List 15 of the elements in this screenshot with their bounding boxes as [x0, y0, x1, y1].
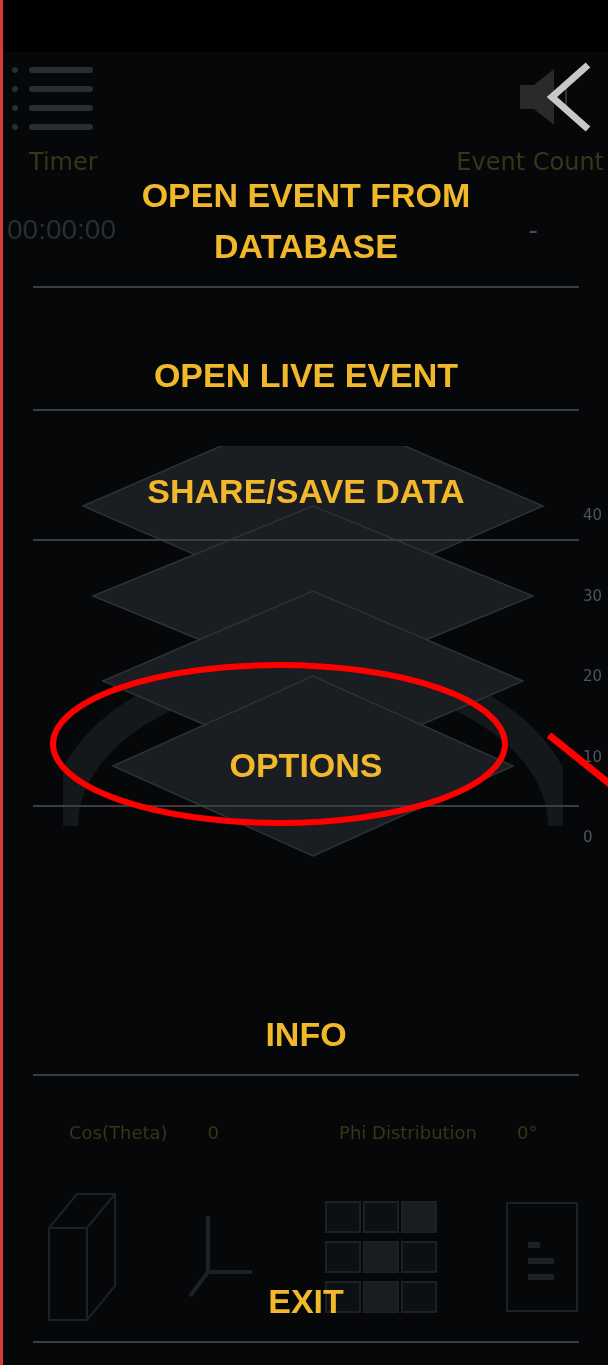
axis-tick-label: 0 [583, 828, 594, 846]
menu-item[interactable]: INFO [265, 1009, 347, 1060]
cube-icon[interactable] [47, 1192, 117, 1322]
menu-icon[interactable] [11, 66, 95, 132]
menu-item[interactable]: EXIT [268, 1276, 344, 1327]
menu-item[interactable]: OPEN LIVE EVENT [153, 350, 459, 401]
menu-item[interactable]: OPEN EVENT FROM DATABASE [138, 170, 474, 272]
axis-tick-label: 40 [583, 506, 603, 524]
axis-tick-label: 10 [583, 747, 603, 766]
axis-tick-label: 20 [583, 667, 603, 685]
menu-item[interactable]: OPTIONS [229, 740, 383, 791]
stat-value: - [528, 215, 538, 245]
annotation-line [547, 733, 608, 789]
axis-tick-label: 30 [583, 586, 603, 605]
document-icon[interactable] [506, 1202, 578, 1312]
